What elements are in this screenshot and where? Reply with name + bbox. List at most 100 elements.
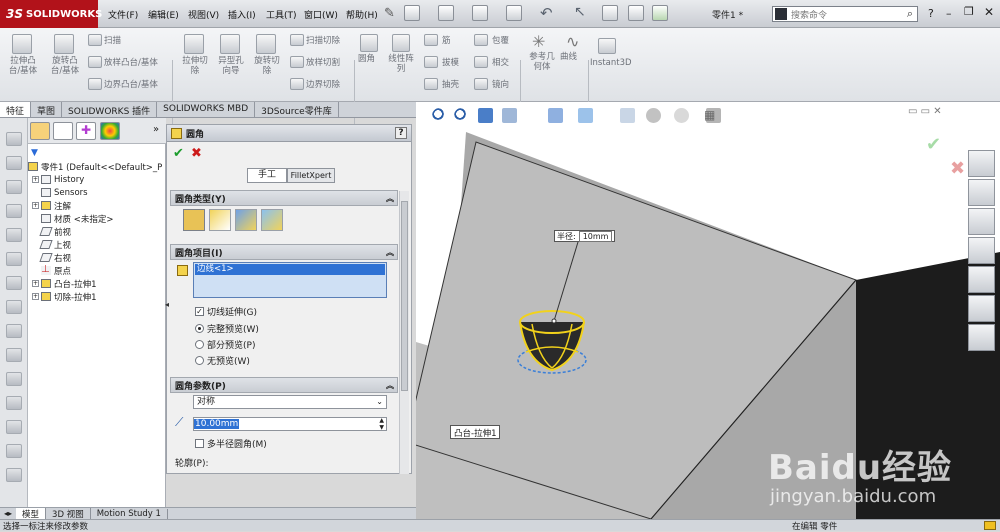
section-view-icon[interactable] xyxy=(502,108,517,123)
scene-icon[interactable]: ▦ xyxy=(704,108,715,122)
group-fillet-parameters[interactable]: 圆角参数(P) ︽ xyxy=(170,377,398,393)
cancel-x-icon[interactable]: ✖ xyxy=(191,146,202,161)
hole-wizard-button[interactable]: 异型孔 向导 xyxy=(214,56,248,76)
extrude-cut-button[interactable]: 拉伸切 除 xyxy=(178,56,212,76)
filter-icon[interactable]: ▼ xyxy=(31,148,43,158)
tree-item-annotations[interactable]: + 注解 xyxy=(32,199,71,212)
pm-scrollbar[interactable] xyxy=(399,191,409,474)
hide-show-items-icon[interactable] xyxy=(646,108,661,123)
draft-button[interactable]: 拔模 xyxy=(442,58,459,68)
minimize-icon[interactable]: – xyxy=(946,7,952,20)
extrude-icon[interactable] xyxy=(6,132,22,146)
new-document-icon[interactable] xyxy=(404,5,420,21)
draft-icon[interactable] xyxy=(6,372,22,386)
save-icon[interactable] xyxy=(472,5,488,21)
expand-icon[interactable]: + xyxy=(32,293,39,300)
reference-geometry-button[interactable]: 参考几 何体 xyxy=(524,52,560,72)
pattern-icon[interactable] xyxy=(6,396,22,410)
revolve-icon[interactable] xyxy=(6,156,22,170)
undo-icon[interactable]: ↶ xyxy=(540,4,553,22)
confirm-check-icon[interactable]: ✔ xyxy=(926,134,941,155)
tree-root[interactable]: 零件1 (Default<<Default>_P xyxy=(28,160,162,173)
edit-appearance-icon[interactable] xyxy=(674,108,689,123)
menu-insert[interactable]: 插入(I) xyxy=(228,8,256,21)
lofted-cut-button[interactable]: 放样切割 xyxy=(306,58,340,68)
tab-nav-arrows-icon[interactable]: ◂▸ xyxy=(0,509,16,518)
property-manager-tab-icon[interactable] xyxy=(53,122,73,140)
tree-item-sensors[interactable]: Sensors xyxy=(41,186,88,199)
display-style-icon[interactable] xyxy=(620,108,635,123)
selected-edge-item[interactable]: 边线<1> xyxy=(195,264,385,275)
design-library-icon[interactable] xyxy=(968,179,995,206)
dynamic-annotation-icon[interactable] xyxy=(548,108,563,123)
file-properties-icon[interactable] xyxy=(628,5,644,21)
help-icon[interactable]: ? xyxy=(928,7,934,20)
radius-callout[interactable]: 半径: 10mm xyxy=(554,230,616,242)
tree-item-cut-extrude[interactable]: + 切除-拉伸1 xyxy=(32,290,96,303)
multi-radius-checkbox[interactable]: 多半径圆角(M) xyxy=(195,436,267,450)
tree-item-origin[interactable]: ⊥ 原点 xyxy=(41,264,71,277)
rebuild-icon[interactable] xyxy=(602,5,618,21)
feature-manager-tab-icon[interactable] xyxy=(30,122,50,140)
hole-icon[interactable] xyxy=(6,252,22,266)
display-manager-tab-icon[interactable] xyxy=(100,122,120,140)
menu-view[interactable]: 视图(V) xyxy=(188,8,219,21)
tree-item-right-plane[interactable]: 右视 xyxy=(39,251,71,264)
view-palette-icon[interactable] xyxy=(968,237,995,264)
menu-file[interactable]: 文件(F) xyxy=(108,8,138,21)
view-orientation-icon[interactable] xyxy=(578,108,593,123)
tab-sketch[interactable]: 草图 xyxy=(31,102,63,117)
menu-window[interactable]: 窗口(W) xyxy=(304,8,338,21)
group-fillet-items[interactable]: 圆角项目(I) ︽ xyxy=(170,244,398,260)
close-icon[interactable]: ✕ xyxy=(984,5,994,19)
solidworks-forum-icon[interactable] xyxy=(968,324,995,351)
chamfer-icon[interactable] xyxy=(6,324,22,338)
revolve-cut-button[interactable]: 旋转切 除 xyxy=(250,56,284,76)
tab-motion-study[interactable]: Motion Study 1 xyxy=(91,508,168,519)
tree-item-material[interactable]: 材质 <未指定> xyxy=(41,212,113,225)
tree-item-history[interactable]: + History xyxy=(32,173,84,186)
loft-button[interactable]: 放样凸台/基体 xyxy=(104,58,158,68)
tangent-propagation-checkbox[interactable]: ✓ 切线延伸(G) xyxy=(195,304,257,318)
menu-tools[interactable]: 工具(T) xyxy=(266,8,297,21)
scrollbar-thumb[interactable] xyxy=(401,201,408,391)
collapse-icon[interactable]: ︽ xyxy=(386,380,394,391)
boundary-boss-button[interactable]: 边界凸台/基体 xyxy=(104,80,158,90)
tab-mbd[interactable]: SOLIDWORKS MBD xyxy=(157,102,256,117)
feature-label-callout[interactable]: 凸台-拉伸1 xyxy=(450,425,501,439)
constant-radius-fillet-icon[interactable] xyxy=(183,209,205,231)
appearances-icon[interactable] xyxy=(968,266,995,293)
mirror-icon[interactable] xyxy=(6,420,22,434)
zoom-to-fit-icon[interactable] xyxy=(432,108,447,123)
boundary-cut-button[interactable]: 边界切除 xyxy=(306,80,340,90)
print-icon[interactable] xyxy=(506,5,522,21)
wrap-button[interactable]: 包覆 xyxy=(492,36,509,46)
search-input[interactable]: 搜索命令 ⌕ xyxy=(772,6,918,22)
tree-item-front-plane[interactable]: 前视 xyxy=(39,225,71,238)
help-icon[interactable]: ? xyxy=(395,127,407,139)
restore-icon[interactable]: ❐ xyxy=(964,5,974,18)
tab-3d-view[interactable]: 3D 视图 xyxy=(46,507,91,520)
intersect-button[interactable]: 相交 xyxy=(492,58,509,68)
group-fillet-type[interactable]: 圆角类型(Y) ︽ xyxy=(170,190,398,206)
revolve-boss-button[interactable]: 旋转凸 台/基体 xyxy=(46,56,84,76)
options-icon[interactable] xyxy=(652,5,668,21)
collapse-panel-icon[interactable]: ◂ xyxy=(165,300,169,309)
expand-icon[interactable]: + xyxy=(32,280,39,287)
collapse-icon[interactable]: ︽ xyxy=(386,193,394,204)
fillet-button[interactable]: 圆角 xyxy=(358,54,375,64)
tab-addins[interactable]: SOLIDWORKS 插件 xyxy=(62,102,158,117)
expand-icon[interactable]: + xyxy=(32,202,39,209)
wrap-icon[interactable] xyxy=(6,444,22,458)
curve-icon[interactable] xyxy=(6,468,22,482)
variable-radius-fillet-icon[interactable] xyxy=(209,209,231,231)
tree-item-top-plane[interactable]: 上视 xyxy=(39,238,71,251)
status-indicator-icon[interactable] xyxy=(984,521,996,530)
cancel-icon[interactable]: ✖ xyxy=(950,158,965,179)
linear-pattern-button[interactable]: 线性阵 列 xyxy=(384,54,418,74)
partial-preview-radio[interactable]: 部分预览(P) xyxy=(195,337,255,351)
tab-3dsource[interactable]: 3DSource零件库 xyxy=(255,102,339,117)
rib-button[interactable]: 筋 xyxy=(442,36,451,46)
spinner-icon[interactable]: ▲ ▼ xyxy=(379,417,384,431)
instant3d-button[interactable]: Instant3D xyxy=(590,58,632,68)
